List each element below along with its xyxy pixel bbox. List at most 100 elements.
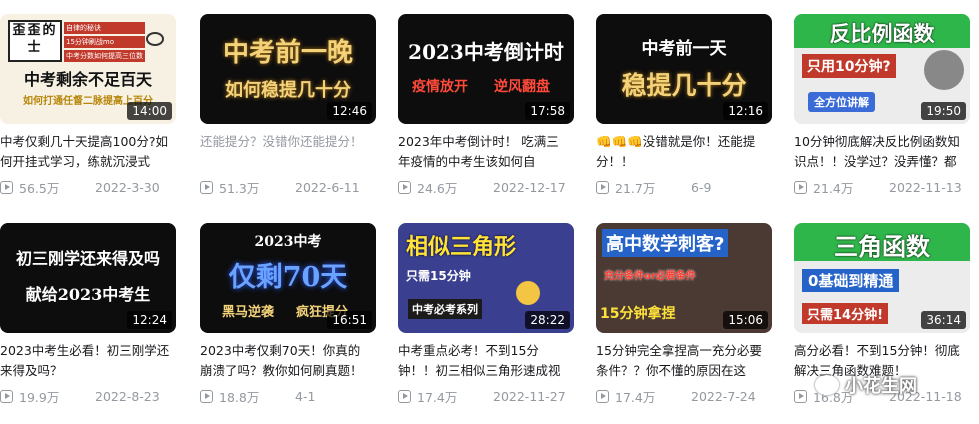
view-count: 51.3万: [219, 180, 260, 196]
upload-date: 2022-7-24: [691, 388, 756, 404]
thumb-tag: 黑马逆袭: [222, 305, 275, 320]
emoji-icon: [516, 281, 540, 305]
duration-badge: 12:46: [327, 102, 372, 120]
video-thumbnail[interactable]: 相似三角形 只需15分钟 中考必考系列 28:22: [398, 223, 574, 333]
video-title[interactable]: 中考仅剩几十天提高100分?如何开挂式学习，练就沉浸式: [0, 132, 172, 172]
video-title[interactable]: 15分钟完全拿捏高一充分必要条件？？你不懂的原因在这: [596, 341, 768, 381]
thumb-subtitle: 献给2023中考生: [25, 285, 151, 304]
video-thumbnail[interactable]: 2023中考倒计时 疫情放开 逆风翻盘 17:58: [398, 14, 574, 124]
video-card[interactable]: 相似三角形 只需15分钟 中考必考系列 28:22 中考重点必考！不到15分钟！…: [398, 223, 578, 405]
thumb-title: 中考前一晚: [222, 38, 353, 68]
thumb-subtitle: 如何稳提几十分: [225, 80, 351, 101]
video-title[interactable]: 还能提分？没错你还能提分！: [200, 132, 372, 172]
video-meta: 51.3万 2022-6-11: [200, 178, 380, 196]
upload-date: 2022-6-11: [295, 179, 360, 195]
view-count: 21.7万: [615, 180, 656, 196]
view-count: 19.9万: [19, 389, 60, 405]
play-count-icon: [794, 180, 807, 194]
thumb-subtitle: 全方位讲解: [808, 92, 875, 112]
thumb-tag: 只需15分钟: [406, 269, 471, 283]
video-card[interactable]: 2023中考 仅剩70天 黑马逆袭 疯狂提分 16:51 2023中考仅剩70天…: [200, 223, 380, 405]
upload-date: 4-1: [295, 388, 316, 404]
upload-date: 6-9: [691, 179, 712, 195]
upload-date: 2022-11-27: [493, 388, 566, 404]
duration-badge: 36:14: [921, 311, 966, 329]
video-card[interactable]: 初三刚学还来得及吗 献给2023中考生 12:24 2023中考生必看！初三刚学…: [0, 223, 180, 405]
video-card[interactable]: 反比例函数 只用10分钟? 全方位讲解 19:50 10分钟彻底解决反比例函数知…: [794, 14, 974, 196]
video-thumbnail[interactable]: 初三刚学还来得及吗 献给2023中考生 12:24: [0, 223, 176, 333]
view-count: 18.8万: [219, 389, 260, 405]
thumb-title: 三角函数: [834, 233, 930, 261]
logo-badge: 歪歪的士: [8, 20, 62, 62]
upload-date: 2022-8-23: [95, 388, 160, 404]
upload-date: 2022-11-13: [889, 179, 962, 195]
tag-list: 自律的秘诀 15分钟刷战mo 中考分数如何提高三位数: [64, 22, 145, 62]
video-meta: 17.4万 2022-7-24: [596, 387, 776, 405]
video-thumbnail[interactable]: 2023中考 仅剩70天 黑马逆袭 疯狂提分 16:51: [200, 223, 376, 333]
play-count-icon: [596, 180, 609, 194]
duration-badge: 19:50: [921, 102, 966, 120]
play-count-icon: [200, 389, 213, 403]
thumb-subtitle: 中考必考系列: [408, 299, 482, 319]
video-title[interactable]: 中考重点必考！不到15分钟！！初三相似三角形速成视: [398, 341, 570, 381]
thumb-subtitle: 仅剩70天: [228, 262, 348, 293]
duration-badge: 15:06: [723, 311, 768, 329]
video-meta: 17.4万 2022-11-27: [398, 387, 578, 405]
wechat-icon: [815, 375, 839, 395]
play-count-icon: [596, 389, 609, 403]
video-meta: 21.7万 6-9: [596, 178, 776, 196]
video-thumbnail[interactable]: 高中数学刺客? 充分条件or必要条件 15分钟拿捏 15:06: [596, 223, 772, 333]
glasses-icon: [146, 32, 164, 46]
thumb-title: 2023中考: [254, 234, 322, 250]
video-thumbnail[interactable]: 中考前一天 稳提几十分 12:16: [596, 14, 772, 124]
duration-badge: 14:00: [127, 102, 172, 120]
video-meta: 24.6万 2022-12-17: [398, 178, 578, 196]
thumb-title: 中考前一天: [641, 39, 727, 59]
video-card[interactable]: 中考前一晚 如何稳提几十分 12:46 还能提分？没错你还能提分！ 51.3万 …: [200, 14, 380, 196]
video-thumbnail[interactable]: 三角函数 0基础到精通 只需14分钟! 36:14: [794, 223, 970, 333]
mascot-icon: [924, 50, 964, 90]
video-meta: 18.8万 4-1: [200, 387, 380, 405]
view-count: 24.6万: [417, 180, 458, 196]
play-count-icon: [794, 389, 807, 403]
duration-badge: 17:58: [525, 102, 570, 120]
thumb-title: 反比例函数: [829, 22, 935, 46]
thumb-tag: 逆风翻盘: [494, 79, 550, 95]
video-thumbnail[interactable]: 歪歪的士 自律的秘诀 15分钟刷战mo 中考分数如何提高三位数 中考剩余不足百天…: [0, 14, 176, 124]
video-card[interactable]: 歪歪的士 自律的秘诀 15分钟刷战mo 中考分数如何提高三位数 中考剩余不足百天…: [0, 14, 180, 196]
video-title[interactable]: 2023年中考倒计时！ 吃满三年疫情的中考生该如何自: [398, 132, 570, 172]
video-title[interactable]: 2023中考生必看！初三刚学还来得及吗？: [0, 341, 172, 381]
play-count-icon: [0, 389, 13, 403]
video-thumbnail[interactable]: 反比例函数 只用10分钟? 全方位讲解 19:50: [794, 14, 970, 124]
view-count: 17.4万: [615, 389, 656, 405]
thumb-tag: 0基础到精通: [802, 269, 900, 292]
video-title[interactable]: 👊👊👊没错就是你！还能提分！！: [596, 132, 768, 172]
play-count-icon: [398, 389, 411, 403]
thumb-title: 初三刚学还来得及吗: [15, 249, 160, 268]
upload-date: 2022-12-17: [493, 179, 566, 195]
duration-badge: 16:51: [327, 311, 372, 329]
thumb-title: 高中数学刺客?: [602, 229, 729, 257]
view-count: 17.4万: [417, 389, 458, 405]
video-meta: 19.9万 2022-8-23: [0, 387, 180, 405]
thumb-title: 2023中考倒计时: [408, 40, 564, 64]
duration-badge: 12:24: [127, 311, 172, 329]
play-count-icon: [0, 180, 13, 194]
thumb-subtitle: 只需14分钟!: [802, 303, 889, 324]
video-card[interactable]: 中考前一天 稳提几十分 12:16 👊👊👊没错就是你！还能提分！！ 21.7万 …: [596, 14, 776, 196]
upload-date: 2022-3-30: [95, 179, 160, 195]
thumb-subtitle: 稳提几十分: [621, 71, 747, 100]
view-count: 21.4万: [813, 180, 854, 196]
thumb-tag: 疫情放开: [412, 79, 468, 95]
site-watermark: 小花生网: [815, 372, 917, 398]
thumb-title: 相似三角形: [406, 235, 517, 260]
thumb-tag: 充分条件or必要条件: [604, 271, 696, 282]
thumb-tag: 只用10分钟?: [802, 54, 896, 78]
video-thumbnail[interactable]: 中考前一晚 如何稳提几十分 12:46: [200, 14, 376, 124]
video-card[interactable]: 2023中考倒计时 疫情放开 逆风翻盘 17:58 2023年中考倒计时！ 吃满…: [398, 14, 578, 196]
video-title[interactable]: 2023中考仅剩70天！你真的崩溃了吗？教你如何刷真题！: [200, 341, 372, 381]
video-title[interactable]: 10分钟彻底解决反比例函数知识点！！没学过？没弄懂？都: [794, 132, 966, 172]
duration-badge: 12:16: [723, 102, 768, 120]
video-card[interactable]: 高中数学刺客? 充分条件or必要条件 15分钟拿捏 15:06 15分钟完全拿捏…: [596, 223, 776, 405]
thumb-title: 中考剩余不足百天: [23, 70, 152, 89]
